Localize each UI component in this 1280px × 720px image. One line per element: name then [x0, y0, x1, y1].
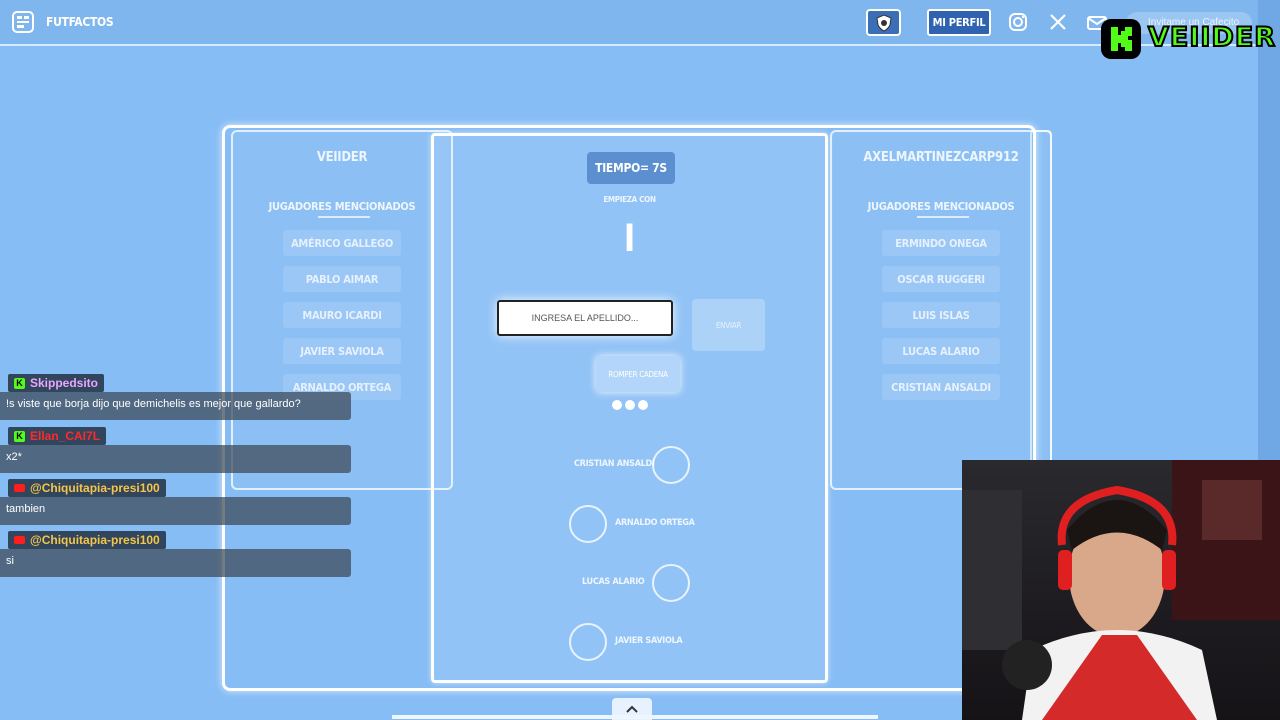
mentioned-player: AMÉRICO GALLEGO	[283, 230, 401, 256]
chat-message: K Skippedsito !s viste que borja dijo qu…	[0, 373, 352, 420]
chat-message: @Chiquitapia-presi100 tambien	[0, 479, 352, 525]
mentioned-player: OSCAR RUGGERI	[882, 266, 1000, 292]
mentioned-player: JAVIER SAVIOLA	[283, 338, 401, 364]
chat-overlay: K Skippedsito !s viste que borja dijo qu…	[0, 373, 352, 577]
mentioned-player: ERMINDO ONEGA	[882, 230, 1000, 256]
starts-with-label: EMPIEZA CON	[603, 195, 656, 204]
left-mentions-underline	[318, 216, 370, 218]
chain-player-name: CRISTIAN ANSALDI	[574, 459, 655, 469]
chain-circle	[569, 623, 607, 661]
mentioned-player: LUIS ISLAS	[882, 302, 1000, 328]
left-player-name: VEIIDER	[316, 150, 368, 165]
streamer-video-icon	[962, 460, 1280, 720]
mentioned-player: CRISTIAN ANSALDI	[882, 374, 1000, 400]
life-dot	[625, 400, 635, 410]
futfactos-logo-icon[interactable]	[12, 11, 34, 33]
profile-button[interactable]: MI PERFIL	[927, 9, 991, 36]
right-player-name: AXELMARTINEZCARP912	[863, 150, 1019, 165]
shield-button[interactable]	[866, 9, 901, 36]
chain-item: CRISTIAN ANSALDI	[574, 446, 694, 486]
chat-message: K Ellan_CAI7L x2*	[0, 426, 352, 473]
chain-circle	[652, 446, 690, 484]
chat-text: si	[0, 549, 351, 577]
brand-name[interactable]: FUTFACTOS	[46, 15, 114, 29]
lives-indicator	[612, 400, 648, 410]
chat-user: K Ellan_CAI7L	[8, 427, 107, 445]
mentioned-player: LUCAS ALARIO	[882, 338, 1000, 364]
mentioned-player: PABLO AIMAR	[283, 266, 401, 292]
kick-icon: K	[14, 430, 25, 442]
send-button[interactable]: ENVIAR	[692, 299, 765, 351]
chat-username: Skippedsito	[30, 376, 99, 390]
chain-item: JAVIER SAVIOLA	[569, 623, 689, 663]
kick-logo-icon	[1101, 19, 1141, 59]
chat-user: @Chiquitapia-presi100	[8, 531, 166, 549]
chevron-up-icon	[626, 705, 638, 713]
bottom-scroll-bar	[392, 715, 878, 719]
right-player-panel: AXELMARTINEZCARP912 JUGADORES MENCIONADO…	[830, 130, 1052, 490]
top-navbar: FUTFACTOS MI PERFIL Invitame un Cafecito	[0, 0, 1258, 46]
break-chain-button[interactable]: ROMPER CADENA	[596, 356, 680, 392]
kick-channel-name: VEIIDER	[1147, 21, 1277, 54]
chain-circle	[652, 564, 690, 602]
surname-input[interactable]	[497, 300, 673, 336]
youtube-icon	[14, 484, 25, 492]
chat-text: x2*	[0, 445, 351, 473]
chain-item: LUCAS ALARIO	[582, 564, 702, 604]
chat-username: Ellan_CAI7L	[30, 429, 101, 443]
shield-icon	[875, 13, 892, 32]
x-icon[interactable]	[1048, 12, 1068, 32]
chain-player-name: JAVIER SAVIOLA	[615, 636, 683, 646]
chat-username: @Chiquitapia-presi100	[30, 481, 160, 495]
instagram-icon[interactable]	[1008, 12, 1028, 32]
chat-user: K Skippedsito	[8, 374, 105, 392]
chat-user: @Chiquitapia-presi100	[8, 479, 166, 497]
chain-circle	[569, 505, 607, 543]
chain-player-name: ARNALDO ORTEGA	[615, 518, 695, 528]
chain-item: ARNALDO ORTEGA	[569, 505, 695, 545]
chat-text: tambien	[0, 497, 351, 525]
left-mentions-title: JUGADORES MENCIONADOS	[268, 200, 416, 213]
chat-username: @Chiquitapia-presi100	[30, 533, 160, 547]
kick-icon: K	[14, 377, 25, 389]
chat-text: !s viste que borja dijo que demichelis e…	[0, 392, 351, 420]
chat-message: @Chiquitapia-presi100 si	[0, 531, 352, 577]
life-dot	[638, 400, 648, 410]
page-edge	[1258, 0, 1280, 460]
right-mentions-title: JUGADORES MENCIONADOS	[867, 200, 1015, 213]
mentioned-player: MAURO ICARDI	[283, 302, 401, 328]
life-dot	[612, 400, 622, 410]
right-mentions-list: ERMINDO ONEGA OSCAR RUGGERI LUIS ISLAS L…	[832, 230, 1050, 410]
chain-player-name: LUCAS ALARIO	[582, 577, 645, 587]
webcam-overlay	[962, 460, 1280, 720]
timer-badge: TIEMPO= 7S	[587, 152, 675, 184]
right-mentions-underline	[917, 216, 969, 218]
youtube-icon	[14, 536, 25, 544]
starts-with-letter: I	[623, 216, 636, 260]
center-game-panel: TIEMPO= 7S EMPIEZA CON I ENVIAR ROMPER C…	[431, 133, 828, 683]
